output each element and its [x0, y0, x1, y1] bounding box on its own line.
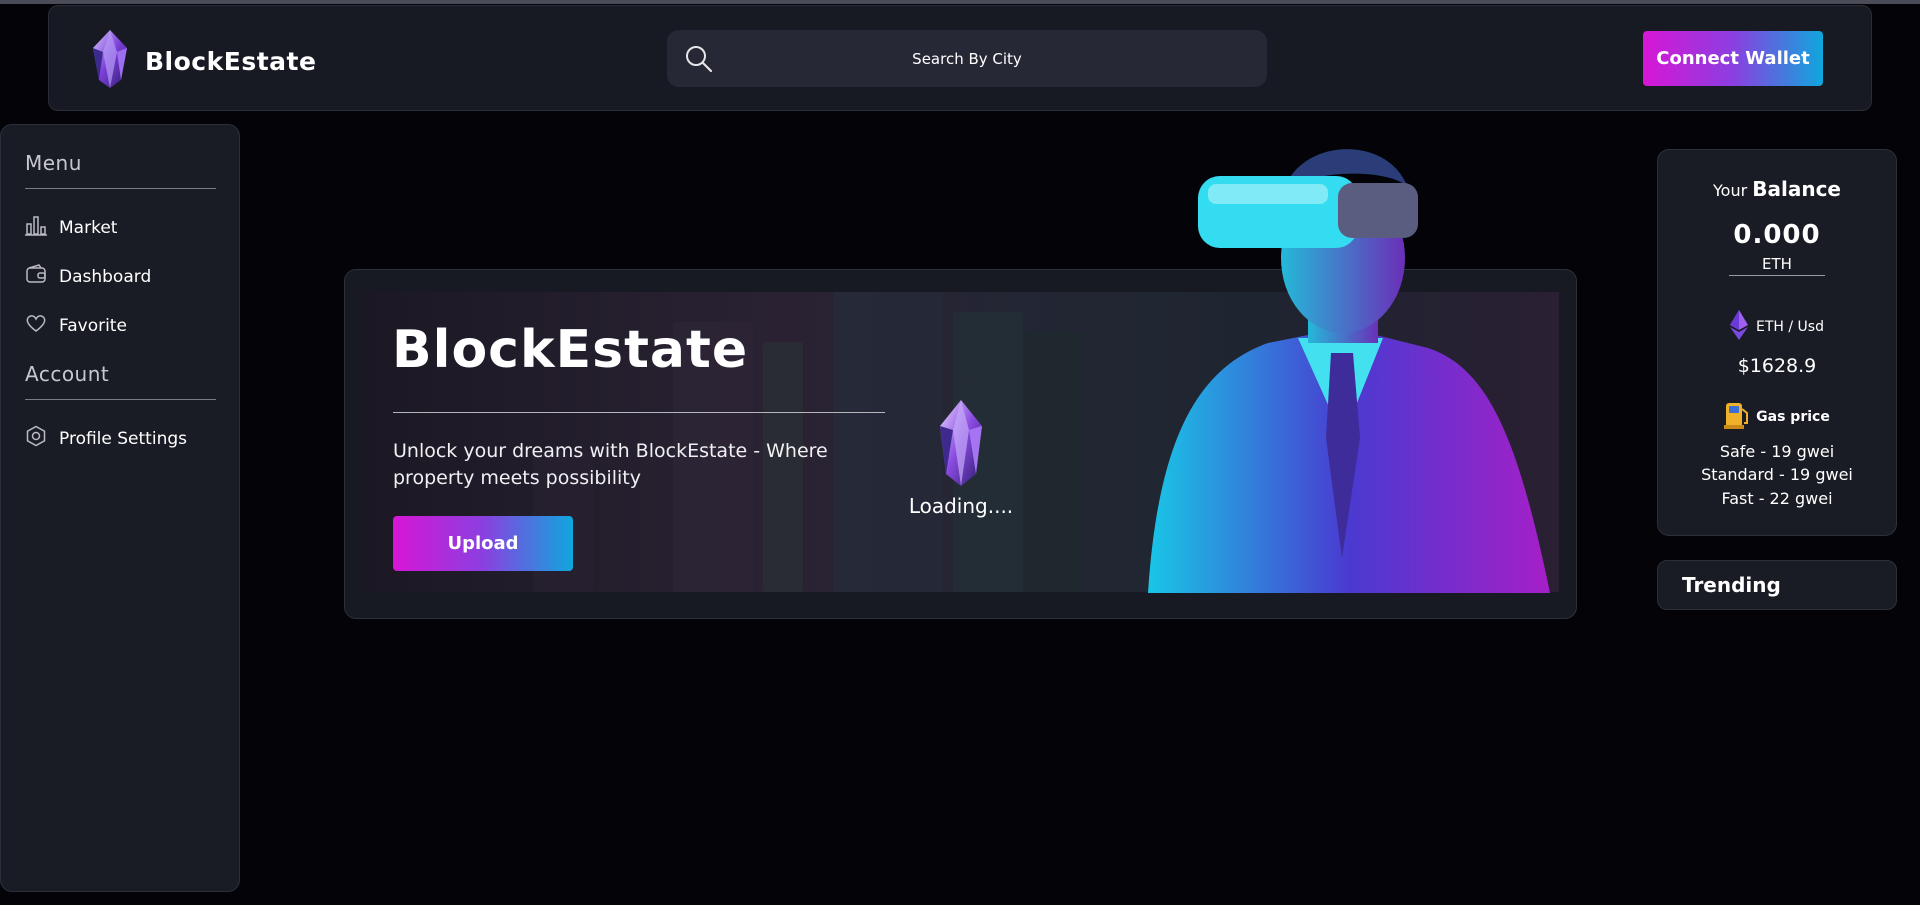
heart-icon	[25, 312, 47, 339]
crystal-loader-icon	[936, 400, 986, 492]
crystal-logo-icon	[89, 28, 131, 94]
hero-title: BlockEstate	[392, 320, 749, 380]
eth-usd-label: ETH / Usd	[1756, 319, 1824, 335]
balance-heading-big: Balance	[1752, 177, 1841, 201]
sidebar-item-label: Profile Settings	[59, 428, 187, 449]
sidebar-item-market[interactable]: Market	[25, 214, 117, 241]
menu-title: Menu	[25, 151, 82, 175]
loading-indicator: Loading....	[906, 398, 1016, 518]
sidebar-item-label: Market	[59, 217, 118, 238]
sidebar-item-favorite[interactable]: Favorite	[25, 312, 127, 339]
settings-hex-icon	[25, 425, 47, 452]
connect-wallet-button[interactable]: Connect Wallet	[1643, 31, 1823, 86]
gas-standard: Standard - 19 gwei	[1701, 465, 1853, 484]
sidebar: Menu Market Dashboard Favorite Account P…	[0, 124, 240, 892]
account-divider	[25, 399, 216, 400]
sidebar-item-label: Favorite	[59, 315, 127, 336]
vr-person-illustration	[1138, 138, 1558, 597]
menu-divider	[25, 188, 216, 189]
loading-text: Loading....	[908, 494, 1014, 518]
sidebar-item-label: Dashboard	[59, 266, 152, 287]
balance-value: 0.000	[1733, 220, 1821, 250]
balance-heading-small: Your	[1713, 181, 1748, 200]
gas-safe: Safe - 19 gwei	[1719, 442, 1835, 461]
search-input[interactable]	[667, 29, 1267, 88]
wallet-icon	[25, 263, 47, 290]
balance-heading: Your Balance	[1658, 177, 1896, 201]
balance-card: Your Balance 0.000 ETH ETH / Usd $1628.9…	[1657, 149, 1897, 536]
balance-unit: ETH	[1762, 255, 1792, 273]
search-icon	[685, 45, 713, 77]
account-title: Account	[25, 362, 110, 386]
gas-price-label: Gas price	[1756, 409, 1830, 425]
top-header: BlockEstate Connect Wallet	[48, 5, 1872, 111]
sidebar-item-profile-settings[interactable]: Profile Settings	[25, 425, 187, 452]
eth-price: $1628.9	[1737, 355, 1817, 377]
ethereum-icon	[1730, 310, 1748, 344]
brand[interactable]: BlockEstate	[89, 28, 316, 94]
search-bar[interactable]	[667, 29, 1267, 88]
bar-chart-icon	[25, 214, 47, 241]
hero-subtitle: Unlock your dreams with BlockEstate - Wh…	[393, 440, 828, 489]
brand-name: BlockEstate	[145, 46, 317, 76]
trending-card[interactable]: Trending	[1657, 560, 1897, 610]
hero-divider	[393, 412, 885, 413]
trending-title: Trending	[1682, 573, 1781, 597]
gas-fast: Fast - 22 gwei	[1721, 489, 1833, 508]
sidebar-item-dashboard[interactable]: Dashboard	[25, 263, 151, 290]
eth-usd-pair: ETH / Usd	[1658, 310, 1896, 344]
gas-pump-icon	[1724, 401, 1750, 433]
balance-divider	[1729, 275, 1825, 276]
gas-price-row: Gas price	[1658, 401, 1896, 433]
upload-button[interactable]: Upload	[393, 516, 573, 571]
top-border	[0, 0, 1920, 4]
